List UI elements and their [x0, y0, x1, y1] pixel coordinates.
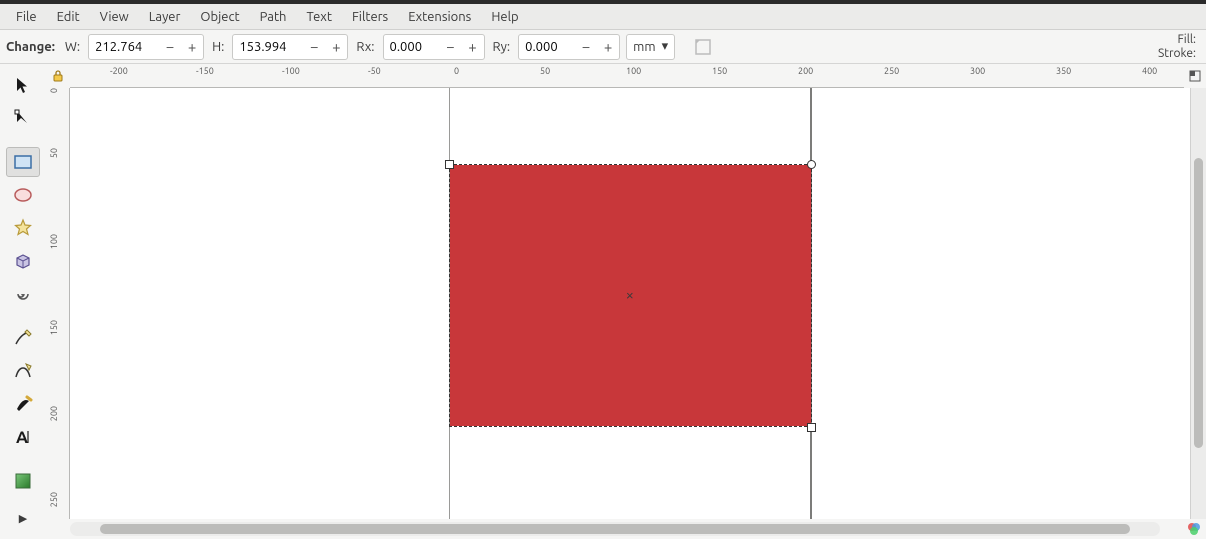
ruler-tick: 100 [626, 66, 641, 76]
ruler-tick: -200 [110, 66, 128, 76]
ruler-tick: 100 [49, 234, 59, 249]
horizontal-ruler[interactable]: -200 -150 -100 -50 0 50 100 150 200 250 300 350 400 [70, 64, 1184, 88]
pencil-tool[interactable] [6, 323, 40, 353]
ry-decrement-button[interactable]: − [575, 36, 597, 58]
rx-input[interactable] [384, 36, 440, 58]
ruler-tick: 150 [49, 320, 59, 335]
height-spinbox[interactable]: − + [232, 34, 348, 60]
ruler-tick: 0 [454, 66, 459, 76]
menu-view[interactable]: View [90, 7, 139, 27]
calligraphy-tool[interactable] [6, 389, 40, 419]
width-spinbox[interactable]: − + [88, 34, 204, 60]
horizontal-scrollbar-thumb[interactable] [100, 524, 1130, 534]
color-management-icon[interactable] [1184, 519, 1204, 539]
menu-file[interactable]: File [6, 7, 47, 27]
horizontal-scrollbar[interactable] [70, 522, 1160, 536]
menu-filters[interactable]: Filters [342, 7, 398, 27]
tool-options-bar: Change: W: − + H: − + Rx: − + Ry: − + mm… [0, 30, 1206, 64]
ruler-tick: 400 [1142, 66, 1157, 76]
width-input[interactable] [89, 36, 159, 58]
menu-path[interactable]: Path [250, 7, 297, 27]
ruler-tick: -100 [282, 66, 300, 76]
ruler-tick: 150 [712, 66, 727, 76]
change-label: Change: [6, 40, 57, 54]
ruler-tick: 50 [49, 148, 59, 158]
canvas-zone: -200-150-100-50050100150200250300350400 … [46, 64, 1206, 539]
menu-text[interactable]: Text [296, 7, 341, 27]
ry-label: Ry: [491, 40, 513, 54]
ruler-tick: 300 [970, 66, 985, 76]
svg-text:A: A [16, 428, 28, 447]
width-increment-button[interactable]: + [181, 36, 203, 58]
canvas-viewport[interactable]: × [70, 88, 1190, 519]
selector-tool[interactable] [6, 70, 40, 100]
corner-radius-handle-top-right[interactable] [807, 160, 816, 169]
menu-extensions[interactable]: Extensions [398, 7, 481, 27]
resize-handle-bottom-right[interactable] [807, 423, 816, 432]
ruler-tick: -50 [368, 66, 381, 76]
menu-bar: File Edit View Layer Object Path Text Fi… [0, 4, 1206, 30]
height-increment-button[interactable]: + [325, 36, 347, 58]
rx-increment-button[interactable]: + [462, 36, 484, 58]
ruler-corner-icon[interactable] [1184, 64, 1206, 88]
menu-edit[interactable]: Edit [47, 7, 90, 27]
unit-label: mm [633, 40, 655, 54]
gradient-tool[interactable] [6, 466, 40, 496]
ruler-tick: 350 [1056, 66, 1071, 76]
rx-spinbox[interactable]: − + [383, 34, 485, 60]
ruler-tick: 250 [49, 492, 59, 507]
vertical-scrollbar-thumb[interactable] [1194, 158, 1203, 448]
ruler-tick: 250 [884, 66, 899, 76]
width-label: W: [63, 40, 82, 54]
3dbox-tool[interactable] [6, 246, 40, 276]
rx-decrement-button[interactable]: − [440, 36, 462, 58]
chevron-down-icon: ▾ [662, 39, 669, 54]
height-input[interactable] [233, 36, 303, 58]
vertical-scrollbar[interactable] [1190, 88, 1206, 519]
node-tool[interactable] [6, 103, 40, 133]
make-corners-sharp-button[interactable] [691, 35, 715, 59]
spiral-tool[interactable] [6, 279, 40, 309]
ruler-tick: 0 [49, 88, 59, 93]
height-label: H: [210, 40, 226, 54]
unit-selector[interactable]: mm ▾ [626, 34, 675, 60]
ruler-tick: 200 [798, 66, 813, 76]
center-cross-icon: × [626, 288, 634, 303]
lock-icon[interactable] [46, 64, 70, 88]
resize-handle-top-left[interactable] [445, 160, 454, 169]
stroke-label: Stroke: [1158, 47, 1196, 61]
rectangle-tool[interactable] [6, 147, 40, 177]
fill-label: Fill: [1178, 33, 1197, 47]
menu-object[interactable]: Object [190, 7, 249, 27]
ry-input[interactable] [519, 36, 575, 58]
toolbox-expand-icon[interactable]: ▶ [6, 503, 40, 533]
bezier-tool[interactable] [6, 356, 40, 386]
ruler-tick: -150 [196, 66, 214, 76]
ry-spinbox[interactable]: − + [518, 34, 620, 60]
menu-layer[interactable]: Layer [139, 7, 191, 27]
menu-help[interactable]: Help [481, 7, 528, 27]
fill-stroke-indicator: Fill: Stroke: [1158, 33, 1200, 61]
vertical-ruler[interactable]: 0 50 100 150 200 250 [46, 88, 70, 519]
text-tool[interactable]: A [6, 422, 40, 452]
ellipse-tool[interactable] [6, 180, 40, 210]
rx-label: Rx: [354, 40, 376, 54]
ruler-tick: 200 [49, 406, 59, 421]
ruler-tick: 50 [540, 66, 550, 76]
ry-increment-button[interactable]: + [597, 36, 619, 58]
width-decrement-button[interactable]: − [159, 36, 181, 58]
toolbox: A ▶ [0, 64, 46, 539]
height-decrement-button[interactable]: − [303, 36, 325, 58]
star-tool[interactable] [6, 213, 40, 243]
